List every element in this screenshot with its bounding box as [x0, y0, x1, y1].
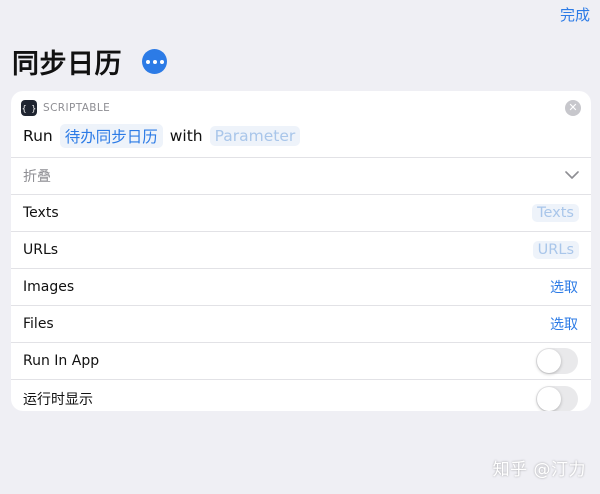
chevron-down-icon — [565, 171, 579, 179]
texts-label: Texts — [23, 205, 59, 221]
app-name: SCRIPTABLE — [43, 102, 111, 114]
run-word: Run — [23, 127, 53, 145]
images-row: Images 选取 — [11, 269, 591, 306]
show-when-run-row: 运行时显示 — [11, 380, 591, 411]
show-when-run-label: 运行时显示 — [23, 391, 93, 408]
action-card: { } SCRIPTABLE ✕ Run 待办同步日历 with Paramet… — [11, 91, 591, 411]
urls-value-token[interactable]: URLs — [532, 241, 579, 259]
app-row: { } SCRIPTABLE — [21, 100, 110, 116]
toggle-knob — [537, 386, 561, 411]
images-label: Images — [23, 279, 75, 295]
files-row: Files 选取 — [11, 306, 591, 343]
done-button[interactable]: 完成 — [560, 4, 590, 25]
action-header: { } SCRIPTABLE ✕ Run 待办同步日历 with Paramet… — [11, 91, 591, 158]
run-in-app-label: Run In App — [23, 353, 100, 369]
ellipsis-icon — [145, 59, 164, 64]
collapse-label: 折叠 — [23, 169, 51, 185]
texts-row: Texts Texts — [11, 195, 591, 232]
toggle-knob — [537, 349, 561, 373]
parameter-token[interactable]: Parameter — [209, 126, 301, 146]
images-choose-button[interactable]: 选取 — [550, 277, 578, 297]
files-choose-button[interactable]: 选取 — [550, 314, 578, 334]
more-options-button[interactable] — [142, 49, 167, 74]
urls-row: URLs URLs — [11, 232, 591, 269]
urls-label: URLs — [23, 242, 59, 258]
script-name-token[interactable]: 待办同步日历 — [59, 124, 163, 148]
page-header: 同步日历 — [12, 42, 167, 81]
braces-icon: { } — [21, 100, 37, 116]
run-in-app-row: Run In App — [11, 343, 591, 380]
page-title: 同步日历 — [12, 49, 122, 80]
run-in-app-toggle[interactable] — [536, 348, 578, 374]
files-label: Files — [23, 316, 54, 332]
texts-value-token[interactable]: Texts — [532, 204, 579, 222]
collapse-row[interactable]: 折叠 — [11, 158, 591, 195]
watermark: 知乎 @汀力 — [492, 460, 586, 480]
with-word: with — [169, 127, 203, 145]
show-when-run-toggle[interactable] — [536, 385, 578, 411]
close-icon[interactable]: ✕ — [565, 100, 581, 116]
run-sentence: Run 待办同步日历 with Parameter — [23, 124, 301, 148]
